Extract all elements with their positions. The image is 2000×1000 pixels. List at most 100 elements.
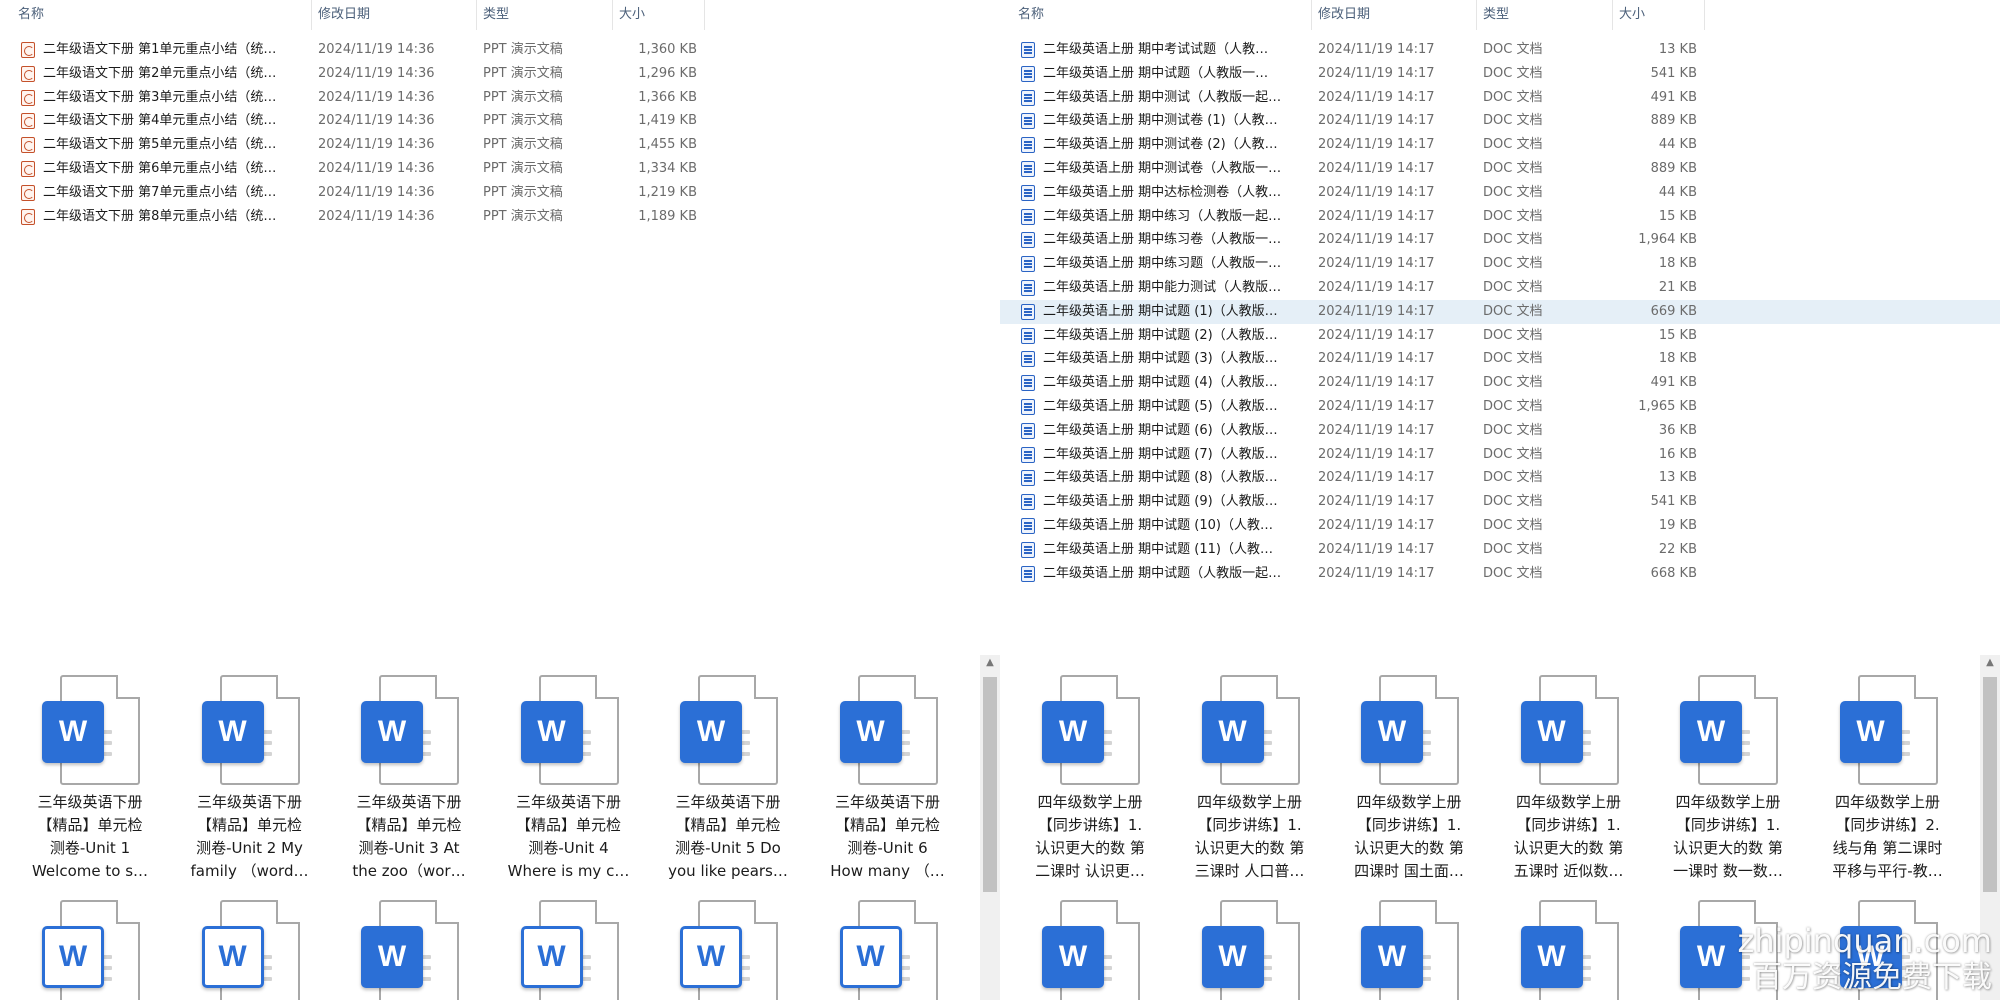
file-tile-label-line: 【同步讲练】1.: [1516, 816, 1621, 834]
file-size: 21 KB: [1658, 279, 1697, 295]
file-size: 1,366 KB: [638, 89, 697, 105]
file-size: 669 KB: [1650, 303, 1697, 319]
file-row[interactable]: 二年级英语上册 期中试题 (7)（人教版… 2024/11/19 14:17 DOC…: [1000, 443, 2000, 467]
doc-file-icon: [1021, 398, 1035, 415]
file-row[interactable]: 二年级语文下册 第2单元重点小结（统… 2024/11/19 14:36 PPT 演…: [0, 62, 1000, 86]
column-header-date[interactable]: 修改日期: [312, 0, 477, 30]
column-header-date[interactable]: 修改日期: [1312, 0, 1477, 30]
file-name: 二年级语文下册 第4单元重点小结（统…: [43, 113, 277, 129]
scroll-thumb[interactable]: [1983, 677, 1997, 892]
file-row[interactable]: 二年级英语上册 期中试题 (3)（人教版… 2024/11/19 14:17 DOC…: [1000, 347, 2000, 371]
file-row[interactable]: 二年级语文下册 第7单元重点小结（统… 2024/11/19 14:36 PPT 演…: [0, 181, 1000, 205]
file-row[interactable]: 二年级英语上册 期中测试卷（人教版一… 2024/11/19 14:17 DOC 文…: [1000, 157, 2000, 181]
file-tile[interactable]: W 四年级数学上册 【同步讲练】1. 认识更大的数 第五课时 近似数…: [1499, 675, 1639, 883]
file-tile[interactable]: W: [1020, 900, 1160, 1000]
file-row[interactable]: 二年级英语上册 期中能力测试（人教版… 2024/11/19 14:17 DOC 文…: [1000, 276, 2000, 300]
file-row[interactable]: 二年级语文下册 第5单元重点小结（统… 2024/11/19 14:36 PPT 演…: [0, 133, 1000, 157]
file-tile[interactable]: W 四年级数学上册 【同步讲练】1. 认识更大的数 第四课时 国土面…: [1339, 675, 1479, 883]
file-tile[interactable]: W: [1339, 900, 1479, 1000]
file-row[interactable]: 二年级英语上册 期中试题（人教版一… 2024/11/19 14:17 DOC 文档…: [1000, 62, 2000, 86]
file-row[interactable]: 二年级英语上册 期中测试（人教版一起… 2024/11/19 14:17 DOC 文…: [1000, 86, 2000, 110]
file-row[interactable]: 二年级语文下册 第8单元重点小结（统… 2024/11/19 14:36 PPT 演…: [0, 205, 1000, 229]
column-header-name[interactable]: 名称: [12, 0, 312, 30]
scroll-thumb[interactable]: [983, 677, 997, 892]
file-date: 2024/11/19 14:17: [1318, 398, 1435, 414]
file-size: 44 KB: [1658, 137, 1697, 153]
file-row[interactable]: 二年级英语上册 期中练习（人教版一起… 2024/11/19 14:17 DOC 文…: [1000, 205, 2000, 229]
file-row[interactable]: 二年级英语上册 期中考试试题（人教… 2024/11/19 14:17 DOC 文档…: [1000, 38, 2000, 62]
ppt-file-icon: [21, 137, 35, 154]
file-row[interactable]: 二年级语文下册 第1单元重点小结（统… 2024/11/19 14:36 PPT 演…: [0, 38, 1000, 62]
file-tile[interactable]: W 四年级数学上册 【同步讲练】2. 线与角 第二课时 平移与平行-教…: [1818, 675, 1958, 883]
file-tile[interactable]: W 三年级英语下册 【精品】单元检 测卷-Unit 3 At the zoo（wor…: [339, 675, 479, 883]
scroll-up-arrow-icon[interactable]: ▲: [1980, 657, 2000, 668]
file-tile[interactable]: W: [1499, 900, 1639, 1000]
file-row[interactable]: 二年级英语上册 期中试题（人教版一起… 2024/11/19 14:17 DOC 文…: [1000, 562, 2000, 586]
file-name: 二年级英语上册 期中试题 (10)（人教…: [1043, 517, 1273, 533]
file-name: 二年级英语上册 期中试题 (8)（人教版…: [1043, 470, 1278, 486]
file-name: 二年级英语上册 期中试题 (11)（人教…: [1043, 541, 1273, 557]
word-document-icon: W: [517, 675, 621, 787]
file-tile[interactable]: W 四年级数学上册 【同步讲练】1. 认识更大的数 第二课时 认识更…: [1020, 675, 1160, 883]
file-tile-label-line: 四年级数学上册: [1196, 793, 1302, 811]
file-row[interactable]: 二年级英语上册 期中试题 (6)（人教版… 2024/11/19 14:17 DOC…: [1000, 419, 2000, 443]
file-row[interactable]: 二年级英语上册 期中达标检测卷（人教… 2024/11/19 14:17 DOC 文…: [1000, 181, 2000, 205]
column-header-name[interactable]: 名称: [1012, 0, 1312, 30]
file-name: 二年级英语上册 期中试题 (3)（人教版…: [1043, 351, 1278, 367]
file-tile-label-line: 一课时 数一数…: [1673, 862, 1783, 880]
file-row[interactable]: 二年级英语上册 期中练习题（人教版一… 2024/11/19 14:17 DOC 文…: [1000, 252, 2000, 276]
file-tile[interactable]: W 四年级数学上册 【同步讲练】1. 认识更大的数 第一课时 数一数…: [1658, 675, 1798, 883]
file-row[interactable]: 二年级语文下册 第6单元重点小结（统… 2024/11/19 14:36 PPT 演…: [0, 157, 1000, 181]
file-tile[interactable]: W 四年级数学上册 【同步讲练】1. 认识更大的数 第三课时 人口普…: [1180, 675, 1320, 883]
column-header-size[interactable]: 大小: [613, 0, 705, 30]
file-tile[interactable]: W: [20, 900, 160, 1000]
watermark-slogan: 百万资源免费下载: [1752, 960, 1992, 995]
file-date: 2024/11/19 14:17: [1318, 470, 1435, 486]
file-name: 二年级英语上册 期中测试（人教版一起…: [1043, 89, 1282, 105]
file-tile[interactable]: W 三年级英语下册 【精品】单元检 测卷-Unit 1 Welcome to s…: [20, 675, 160, 883]
file-tile[interactable]: W: [180, 900, 320, 1000]
file-row[interactable]: 二年级英语上册 期中试题 (9)（人教版… 2024/11/19 14:17 DOC…: [1000, 490, 2000, 514]
file-row[interactable]: 二年级英语上册 期中试题 (10)（人教… 2024/11/19 14:17 DOC…: [1000, 514, 2000, 538]
file-row[interactable]: 二年级英语上册 期中试题 (8)（人教版… 2024/11/19 14:17 DOC…: [1000, 466, 2000, 490]
file-row[interactable]: 二年级英语上册 期中测试卷 (2)（人教… 2024/11/19 14:17 DOC…: [1000, 133, 2000, 157]
file-row[interactable]: 二年级英语上册 期中试题 (4)（人教版… 2024/11/19 14:17 DOC…: [1000, 371, 2000, 395]
column-header-type[interactable]: 类型: [1477, 0, 1613, 30]
file-row[interactable]: 二年级语文下册 第4单元重点小结（统… 2024/11/19 14:36 PPT 演…: [0, 109, 1000, 133]
doc-file-icon: [1021, 494, 1035, 511]
file-tile-label-line: 三年级英语下册: [37, 793, 143, 811]
file-date: 2024/11/19 14:17: [1318, 208, 1435, 224]
file-row[interactable]: 二年级英语上册 期中试题 (2)（人教版… 2024/11/19 14:17 DOC…: [1000, 324, 2000, 348]
file-size: 16 KB: [1658, 446, 1697, 462]
file-name: 二年级英语上册 期中练习题（人教版一…: [1043, 256, 1282, 272]
file-tile[interactable]: W: [818, 900, 958, 1000]
file-tile-label-line: 四年级数学上册: [1515, 793, 1621, 811]
file-row[interactable]: 二年级英语上册 期中试题 (1)（人教版… 2024/11/19 14:17 DOC…: [1000, 299, 2000, 324]
file-tile[interactable]: W: [339, 900, 479, 1000]
scroll-up-arrow-icon[interactable]: ▲: [980, 657, 1000, 668]
file-tile[interactable]: W 三年级英语下册 【精品】单元检 测卷-Unit 2 My family （word…: [180, 675, 320, 883]
file-date: 2024/11/19 14:17: [1318, 351, 1435, 367]
file-tile-label-line: 【精品】单元检: [675, 816, 781, 834]
file-date: 2024/11/19 14:17: [1318, 256, 1435, 272]
file-tile[interactable]: W: [499, 900, 639, 1000]
file-row[interactable]: 二年级语文下册 第3单元重点小结（统… 2024/11/19 14:36 PPT 演…: [0, 86, 1000, 110]
file-row[interactable]: 二年级英语上册 期中试题 (5)（人教版… 2024/11/19 14:17 DOC…: [1000, 395, 2000, 419]
file-tile[interactable]: W 三年级英语下册 【精品】单元检 测卷-Unit 4 Where is my c…: [499, 675, 639, 883]
file-rows: 二年级语文下册 第1单元重点小结（统… 2024/11/19 14:36 PPT 演…: [0, 38, 1000, 228]
file-type: DOC 文档: [1483, 446, 1543, 462]
file-tile[interactable]: W: [658, 900, 798, 1000]
file-tile[interactable]: W 三年级英语下册 【精品】单元检 测卷-Unit 5 Do you like pear…: [658, 675, 798, 883]
file-row[interactable]: 二年级英语上册 期中练习卷（人教版一… 2024/11/19 14:17 DOC 文…: [1000, 228, 2000, 252]
file-row[interactable]: 二年级英语上册 期中试题 (11)（人教… 2024/11/19 14:17 DOC…: [1000, 538, 2000, 562]
column-header-type[interactable]: 类型: [477, 0, 613, 30]
column-header-size[interactable]: 大小: [1613, 0, 1705, 30]
left-grid-scrollbar[interactable]: ▲: [980, 655, 1000, 1000]
file-date: 2024/11/19 14:17: [1318, 375, 1435, 391]
file-tile[interactable]: W 三年级英语下册 【精品】单元检 测卷-Unit 6 How many （…: [818, 675, 958, 883]
file-tile-label-line: 三年级英语下册: [834, 793, 940, 811]
file-size: 1,964 KB: [1638, 232, 1697, 248]
file-type: DOC 文档: [1483, 303, 1543, 319]
file-tile[interactable]: W: [1180, 900, 1320, 1000]
file-row[interactable]: 二年级英语上册 期中测试卷 (1)（人教… 2024/11/19 14:17 DOC…: [1000, 109, 2000, 133]
